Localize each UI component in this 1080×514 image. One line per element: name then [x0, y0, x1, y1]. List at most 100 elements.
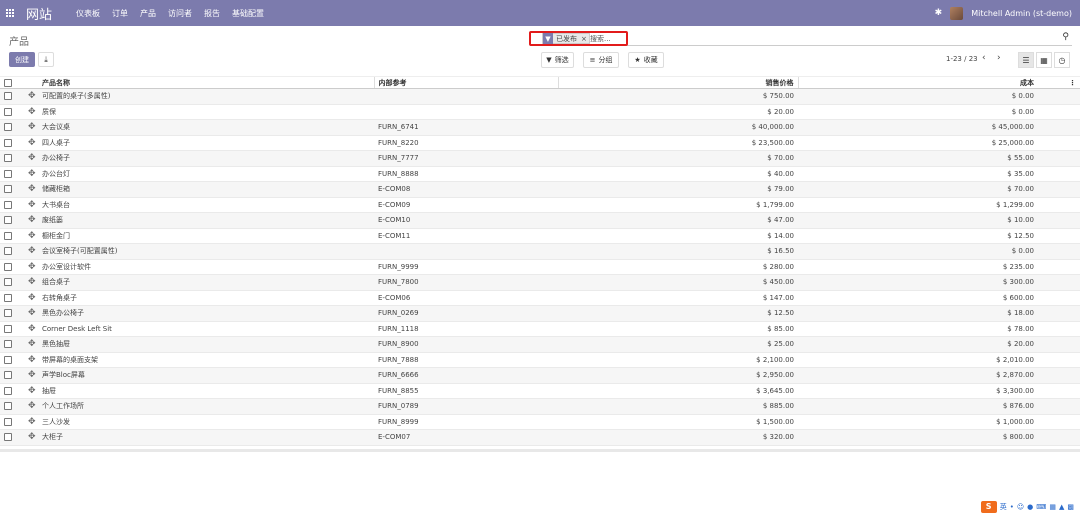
cell-internal-ref[interactable]: FURN_6741	[374, 119, 558, 136]
apps-menu-icon[interactable]	[6, 8, 16, 18]
row-checkbox[interactable]	[4, 262, 12, 271]
cell-cost[interactable]: $ 18.00	[798, 305, 1038, 322]
row-drag-handle[interactable]: ✥	[24, 336, 38, 353]
row-select-cell[interactable]	[0, 228, 24, 244]
row-select-cell[interactable]	[0, 414, 24, 430]
ime-language[interactable]: 英	[1000, 502, 1007, 512]
group-by-button[interactable]: ≡ 分组	[583, 52, 619, 68]
cell-internal-ref[interactable]: FURN_1118	[374, 321, 558, 337]
row-select-cell[interactable]	[0, 274, 24, 291]
row-checkbox[interactable]	[4, 216, 12, 225]
row-select-cell[interactable]	[0, 212, 24, 229]
row-select-cell[interactable]	[0, 383, 24, 399]
row-drag-handle[interactable]: ✥	[24, 352, 38, 368]
row-drag-handle[interactable]: ✥	[24, 259, 38, 275]
row-checkbox[interactable]	[4, 247, 12, 256]
user-avatar[interactable]	[950, 6, 964, 20]
table-row[interactable]: ✥ 质保 $ 20.00 $ 0.00	[0, 104, 1080, 120]
cell-product-name[interactable]: 大柜子	[38, 429, 374, 446]
cell-cost[interactable]: $ 78.00	[798, 321, 1038, 337]
cell-sales-price[interactable]: $ 147.00	[558, 290, 798, 306]
cell-internal-ref[interactable]	[374, 243, 558, 260]
cell-product-name[interactable]: 声学Bloc屏幕	[38, 367, 374, 384]
row-select-cell[interactable]	[0, 398, 24, 415]
row-drag-handle[interactable]: ✥	[24, 414, 38, 430]
cell-product-name[interactable]: Corner Desk Left Sit	[38, 321, 374, 337]
row-drag-handle[interactable]: ✥	[24, 166, 38, 182]
row-drag-handle[interactable]: ✥	[24, 367, 38, 384]
table-row[interactable]: ✥ 个人工作场所 FURN_0789 $ 885.00 $ 876.00	[0, 398, 1080, 415]
row-select-cell[interactable]	[0, 135, 24, 151]
row-checkbox[interactable]	[4, 371, 12, 380]
cell-sales-price[interactable]: $ 12.50	[558, 305, 798, 322]
row-drag-handle[interactable]: ✥	[24, 429, 38, 446]
row-checkbox[interactable]	[4, 433, 12, 442]
table-row[interactable]: ✥ 会议室椅子(可配置属性) $ 16.50 $ 0.00	[0, 243, 1080, 260]
cell-product-name[interactable]: 办公台灯	[38, 166, 374, 182]
cell-sales-price[interactable]: $ 23,500.00	[558, 135, 798, 151]
cell-sales-price[interactable]: $ 450.00	[558, 274, 798, 291]
row-drag-handle[interactable]: ✥	[24, 274, 38, 291]
column-header-ref[interactable]: 内部参考	[373, 76, 558, 89]
row-drag-handle[interactable]: ✥	[24, 181, 38, 198]
row-select-cell[interactable]	[0, 88, 24, 105]
cell-cost[interactable]: $ 2,870.00	[798, 367, 1038, 384]
debug-bug-icon[interactable]: ✱	[935, 8, 943, 18]
cell-product-name[interactable]: 大会议桌	[38, 119, 374, 136]
cell-cost[interactable]: $ 1,299.00	[798, 197, 1038, 213]
row-checkbox[interactable]	[4, 309, 12, 318]
column-header-cost[interactable]: 成本	[797, 76, 1038, 89]
menu-item-orders[interactable]: 订单	[112, 8, 128, 19]
cell-internal-ref[interactable]: FURN_7800	[374, 274, 558, 291]
cell-internal-ref[interactable]: FURN_7888	[374, 352, 558, 368]
cell-product-name[interactable]: 四人桌子	[38, 135, 374, 151]
activity-view-button[interactable]: ◷	[1054, 52, 1070, 68]
cell-product-name[interactable]: 会议室椅子(可配置属性)	[38, 243, 374, 260]
cell-sales-price[interactable]: $ 40.00	[558, 166, 798, 182]
row-drag-handle[interactable]: ✥	[24, 135, 38, 151]
cell-cost[interactable]: $ 12.50	[798, 228, 1038, 244]
cell-cost[interactable]: $ 55.00	[798, 150, 1038, 167]
cell-sales-price[interactable]: $ 2,100.00	[558, 352, 798, 368]
cell-product-name[interactable]: 带屏幕的桌面支架	[38, 352, 374, 368]
cell-product-name[interactable]: 个人工作场所	[38, 398, 374, 415]
pager-next-icon[interactable]: ›	[997, 53, 1001, 63]
cell-internal-ref[interactable]: E-COM08	[374, 181, 558, 198]
row-drag-handle[interactable]: ✥	[24, 398, 38, 415]
table-row[interactable]: ✥ 黑色办公椅子 FURN_0269 $ 12.50 $ 18.00	[0, 305, 1080, 322]
search-icon[interactable]: ⚲	[1062, 32, 1069, 42]
row-checkbox[interactable]	[4, 355, 12, 364]
cell-internal-ref[interactable]: FURN_0269	[374, 305, 558, 322]
optional-columns-toggle[interactable]: ⋮	[1038, 76, 1080, 89]
punctuation-icon[interactable]: •	[1010, 503, 1014, 511]
table-row[interactable]: ✥ 黑色抽屉 FURN_8900 $ 25.00 $ 20.00	[0, 336, 1080, 353]
cell-cost[interactable]: $ 876.00	[798, 398, 1038, 415]
row-checkbox[interactable]	[4, 123, 12, 132]
cell-cost[interactable]: $ 35.00	[798, 166, 1038, 182]
cell-cost[interactable]: $ 0.00	[798, 104, 1038, 120]
cell-internal-ref[interactable]: FURN_8999	[374, 414, 558, 430]
column-header-name[interactable]: 产品名称	[38, 76, 374, 89]
row-select-cell[interactable]	[0, 150, 24, 167]
cell-product-name[interactable]: 组合桌子	[38, 274, 374, 291]
cell-internal-ref[interactable]: E-COM07	[374, 429, 558, 446]
row-checkbox[interactable]	[4, 231, 12, 240]
cell-product-name[interactable]: 抽屉	[38, 383, 374, 399]
row-checkbox[interactable]	[4, 200, 12, 209]
cell-internal-ref[interactable]: E-COM11	[374, 228, 558, 244]
cell-sales-price[interactable]: $ 280.00	[558, 259, 798, 275]
row-select-cell[interactable]	[0, 243, 24, 260]
row-select-cell[interactable]	[0, 336, 24, 353]
row-checkbox[interactable]	[4, 386, 12, 395]
kanban-view-button[interactable]: ▦	[1036, 52, 1052, 68]
table-row[interactable]: ✥ 右转角桌子 E-COM06 $ 147.00 $ 600.00	[0, 290, 1080, 306]
cell-sales-price[interactable]: $ 16.50	[558, 243, 798, 260]
row-select-cell[interactable]	[0, 305, 24, 322]
cell-sales-price[interactable]: $ 14.00	[558, 228, 798, 244]
cell-sales-price[interactable]: $ 1,799.00	[558, 197, 798, 213]
pager-value[interactable]: 1-23 / 23	[946, 55, 978, 63]
row-select-cell[interactable]	[0, 367, 24, 384]
cell-internal-ref[interactable]: E-COM06	[374, 290, 558, 306]
row-select-cell[interactable]	[0, 181, 24, 198]
menu-item-configuration[interactable]: 基础配置	[232, 8, 264, 19]
